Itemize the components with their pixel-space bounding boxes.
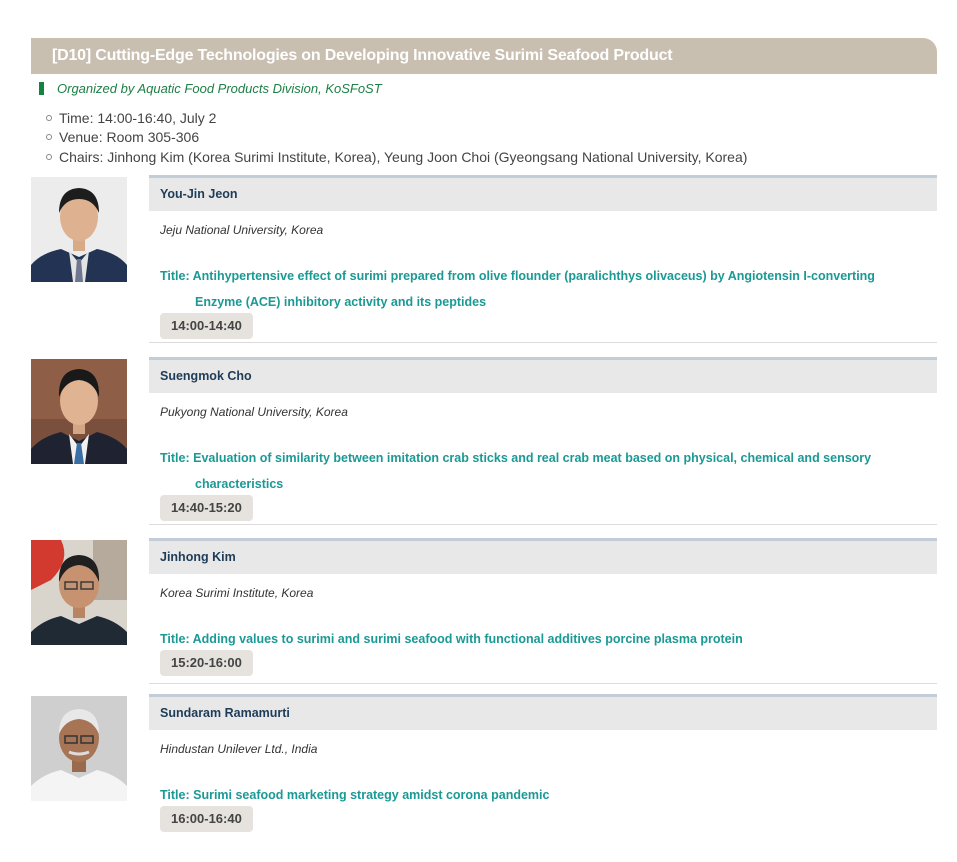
- session-chairs-text: Chairs: Jinhong Kim (Korea Surimi Instit…: [59, 148, 748, 165]
- bullet-icon: [46, 114, 52, 121]
- organizer-marker: [39, 81, 44, 95]
- talk-divider: [149, 683, 937, 684]
- talk-title-line: Title: Surimi seafood marketing strategy…: [160, 788, 550, 802]
- talk-item: Sundaram Ramamurti Hindustan Unilever Lt…: [149, 694, 937, 862]
- speaker-name: Suengmok Cho: [160, 369, 252, 383]
- talk-title-line: Title: Evaluation of similarity between …: [160, 451, 872, 465]
- speaker-name: You-Jin Jeon: [160, 187, 238, 201]
- session-time-text: Time: 14:00-16:40, July 2: [59, 109, 217, 126]
- speaker-bar: Sundaram Ramamurti: [149, 694, 937, 730]
- bullet-icon: [46, 153, 52, 160]
- speaker-bar: Jinhong Kim: [149, 538, 937, 574]
- organizer-text: Organized by Aquatic Food Products Divis…: [57, 80, 382, 96]
- talk-title-line: Enzyme (ACE) inhibitory activity and its…: [195, 295, 487, 309]
- session-venue-text: Venue: Room 305-306: [59, 129, 200, 146]
- talk-divider: [149, 524, 937, 525]
- talk-time-badge: 15:20-16:00: [160, 650, 253, 676]
- speaker-bar: Suengmok Cho: [149, 357, 937, 393]
- bullet-icon: [46, 134, 52, 141]
- session-title: [D10] Cutting-Edge Technologies on Devel…: [52, 47, 673, 64]
- session-chairs: Chairs: Jinhong Kim (Korea Surimi Instit…: [46, 147, 747, 167]
- talk-time-badge: 14:40-15:20: [160, 495, 253, 521]
- talk-title-line: characteristics: [195, 477, 284, 491]
- speaker-name: Jinhong Kim: [160, 550, 236, 564]
- session-time: Time: 14:00-16:40, July 2: [46, 108, 747, 128]
- session-header: [D10] Cutting-Edge Technologies on Devel…: [31, 38, 937, 74]
- speaker-photo-kim: [31, 540, 127, 645]
- speaker-photo-jeon: [31, 177, 127, 282]
- talk-title-line: Title: Antihypertensive effect of surimi…: [160, 269, 875, 283]
- session-info-list: Time: 14:00-16:40, July 2 Venue: Room 30…: [46, 108, 747, 167]
- talk-title-line: Title: Adding values to surimi and surim…: [160, 632, 743, 646]
- speaker-photo-cho: [31, 359, 127, 464]
- talk-divider: [149, 342, 937, 343]
- talk-title: Title: Evaluation of similarity between …: [160, 445, 900, 497]
- speaker-affiliation: Pukyong National University, Korea: [160, 405, 348, 419]
- speaker-affiliation: Jeju National University, Korea: [160, 223, 324, 237]
- talk-title: Title: Surimi seafood marketing strategy…: [160, 782, 900, 808]
- speaker-affiliation: Korea Surimi Institute, Korea: [160, 586, 314, 600]
- talk-item: Suengmok Cho Pukyong National University…: [149, 357, 937, 525]
- speaker-photo-ramamurti: [31, 696, 127, 801]
- talk-time-badge: 16:00-16:40: [160, 806, 253, 832]
- speaker-bar: You-Jin Jeon: [149, 175, 937, 211]
- talk-item: You-Jin Jeon Jeju National University, K…: [149, 175, 937, 343]
- speaker-name: Sundaram Ramamurti: [160, 706, 290, 720]
- talk-time-badge: 14:00-14:40: [160, 313, 253, 339]
- talk-title: Title: Antihypertensive effect of surimi…: [160, 263, 900, 315]
- talk-title: Title: Adding values to surimi and surim…: [160, 626, 900, 652]
- session-venue: Venue: Room 305-306: [46, 128, 747, 148]
- organizer-line: Organized by Aquatic Food Products Divis…: [39, 80, 382, 96]
- speaker-affiliation: Hindustan Unilever Ltd., India: [160, 742, 318, 756]
- talk-item: Jinhong Kim Korea Surimi Institute, Kore…: [149, 538, 937, 706]
